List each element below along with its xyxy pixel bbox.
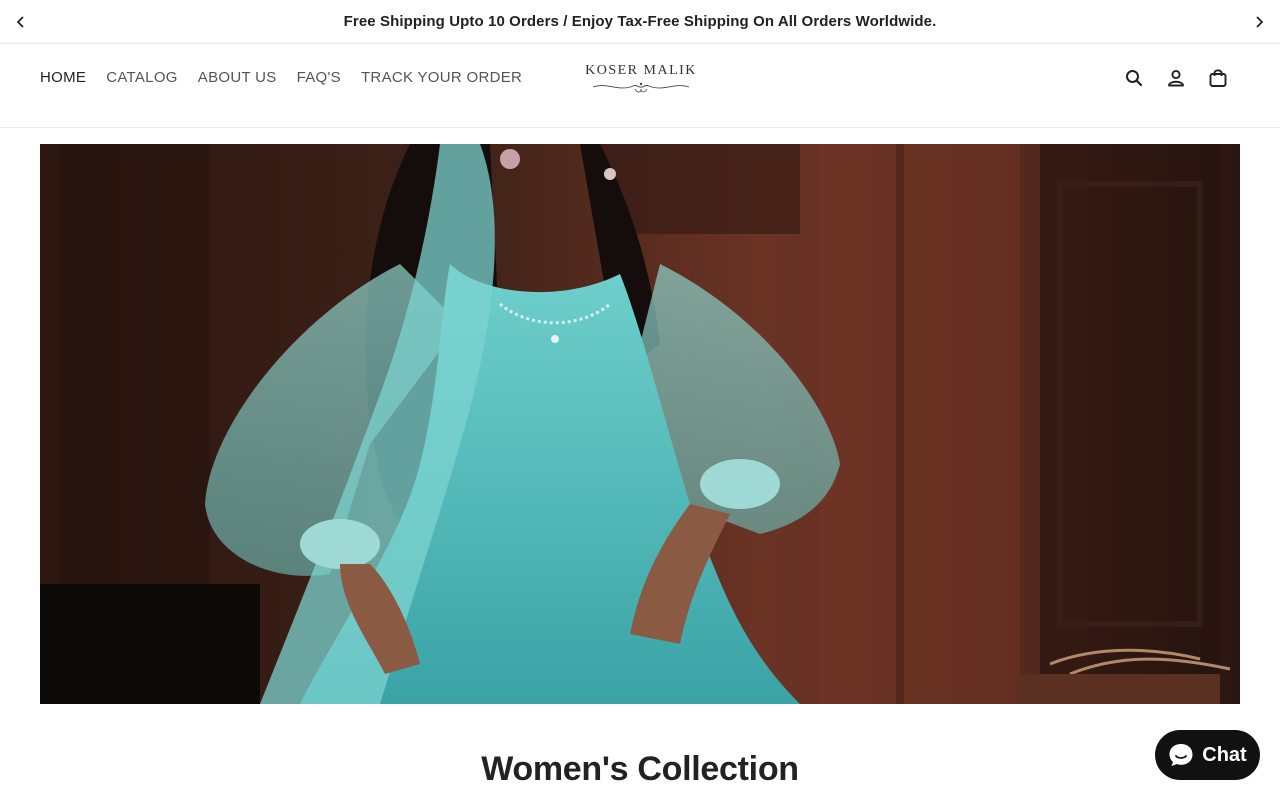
- account-button[interactable]: [1166, 67, 1186, 89]
- account-icon: [1168, 69, 1184, 87]
- logo-flourish-icon: [592, 82, 690, 93]
- site-header: HOME CATALOG ABOUT US FAQ'S TRACK YOUR O…: [0, 45, 1280, 128]
- chat-label: Chat: [1202, 743, 1247, 766]
- nav-item-faqs[interactable]: FAQ'S: [297, 69, 341, 87]
- nav-item-track-order[interactable]: TRACK YOUR ORDER: [361, 69, 522, 87]
- main-nav: HOME CATALOG ABOUT US FAQ'S TRACK YOUR O…: [40, 69, 522, 87]
- nav-item-about-us[interactable]: ABOUT US: [198, 69, 277, 87]
- collection-title: Women's Collection: [481, 750, 799, 788]
- search-button[interactable]: [1124, 67, 1144, 89]
- brand-logo[interactable]: KOSER MALIK: [583, 63, 699, 97]
- search-icon: [1126, 70, 1143, 87]
- chevron-left-icon: [16, 16, 24, 28]
- chevron-right-icon: [1256, 16, 1264, 28]
- announcement-next-button[interactable]: [1249, 12, 1269, 32]
- chat-bubble-icon: [1169, 744, 1193, 766]
- announcement-prev-button[interactable]: [11, 12, 31, 32]
- hero-banner[interactable]: [40, 144, 1240, 704]
- cart-icon: [1209, 69, 1227, 87]
- nav-item-catalog[interactable]: CATALOG: [106, 69, 178, 87]
- chat-button[interactable]: Chat: [1155, 730, 1260, 780]
- nav-item-home[interactable]: HOME: [40, 69, 86, 87]
- announcement-bar: Free Shipping Upto 10 Orders / Enjoy Tax…: [0, 0, 1280, 44]
- hero-image: [40, 144, 1240, 704]
- header-icons: [1124, 67, 1228, 89]
- logo-text: KOSER MALIK: [585, 63, 697, 78]
- cart-button[interactable]: [1208, 67, 1228, 89]
- announcement-text: Free Shipping Upto 10 Orders / Enjoy Tax…: [343, 13, 937, 30]
